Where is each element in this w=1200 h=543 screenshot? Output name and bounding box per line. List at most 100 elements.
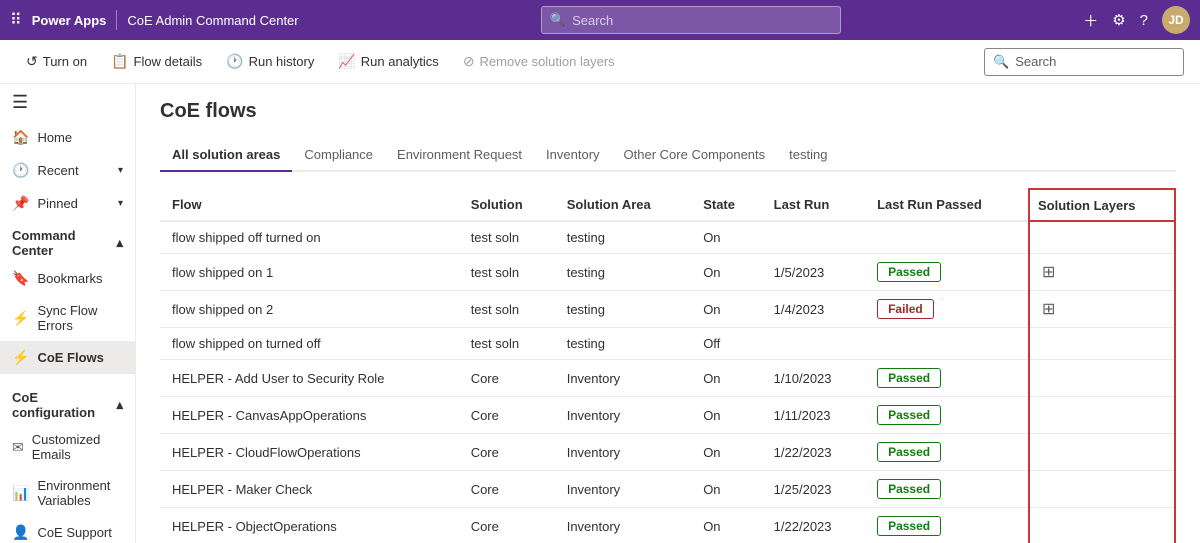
flow-details-button[interactable]: 📋 Flow details — [101, 47, 212, 76]
cell-solution: Core — [459, 397, 555, 434]
status-badge: Passed — [877, 516, 941, 536]
sidebar-item-coe-flows[interactable]: ⚡ CoE Flows — [0, 341, 135, 374]
run-analytics-icon: 📈 — [338, 53, 355, 70]
layout: ☰ 🏠 Home 🕐 Recent ▾ 📌 Pinned ▾ Command C… — [0, 84, 1200, 543]
cell-last-run: 1/25/2023 — [762, 471, 865, 508]
coe-configuration-label: CoE configuration — [12, 390, 116, 420]
add-button[interactable]: ＋ — [1083, 10, 1098, 31]
col-header-state: State — [691, 189, 761, 221]
layers-icon[interactable]: ⊞ — [1042, 264, 1055, 281]
turn-on-icon: ↺ — [26, 53, 38, 70]
command-center-label: Command Center — [12, 228, 116, 258]
run-history-icon: 🕐 — [226, 53, 243, 70]
tabs: All solution areas Compliance Environmen… — [160, 139, 1176, 172]
status-badge: Passed — [877, 405, 941, 425]
cell-solution-layers — [1029, 328, 1175, 360]
hamburger-icon[interactable]: ☰ — [0, 84, 135, 121]
run-history-button[interactable]: 🕐 Run history — [216, 47, 324, 76]
cell-last-run: 1/11/2023 — [762, 397, 865, 434]
sidebar-item-environment-variables[interactable]: 📊 Environment Variables — [0, 470, 135, 516]
help-button[interactable]: ? — [1140, 12, 1148, 29]
recent-icon: 🕐 — [12, 162, 29, 179]
cell-last-run-passed: Passed — [865, 508, 1029, 543]
sidebar-item-bookmarks[interactable]: 🔖 Bookmarks — [0, 262, 135, 295]
cell-solution: Core — [459, 434, 555, 471]
table-row[interactable]: HELPER - Maker Check Core Inventory On 1… — [160, 471, 1175, 508]
sidebar-item-pinned[interactable]: 📌 Pinned ▾ — [0, 187, 135, 220]
cell-state: On — [691, 434, 761, 471]
cell-state: Off — [691, 328, 761, 360]
flows-table: Flow Solution Solution Area State Last R… — [160, 188, 1176, 543]
cell-flow: HELPER - CanvasAppOperations — [160, 397, 459, 434]
status-badge: Passed — [877, 262, 941, 282]
layers-icon[interactable]: ⊞ — [1042, 301, 1055, 318]
cell-state: On — [691, 360, 761, 397]
command-search[interactable]: 🔍 Search — [984, 48, 1184, 76]
table-row[interactable]: HELPER - Add User to Security Role Core … — [160, 360, 1175, 397]
table-row[interactable]: flow shipped on 2 test soln testing On 1… — [160, 291, 1175, 328]
col-header-solution: Solution — [459, 189, 555, 221]
sidebar-item-recent[interactable]: 🕐 Recent ▾ — [0, 154, 135, 187]
table-row[interactable]: flow shipped on turned off test soln tes… — [160, 328, 1175, 360]
command-center-expand-icon: ▴ — [116, 235, 123, 251]
cell-solution-area: Inventory — [555, 434, 691, 471]
table-row[interactable]: flow shipped on 1 test soln testing On 1… — [160, 254, 1175, 291]
global-search[interactable]: 🔍 Search — [541, 6, 841, 34]
top-bar-actions: ＋ ⚙ ? JD — [1083, 6, 1190, 34]
cell-last-run-passed: Passed — [865, 397, 1029, 434]
col-header-last-run-passed: Last Run Passed — [865, 189, 1029, 221]
cell-solution-area: testing — [555, 254, 691, 291]
cell-last-run-passed: Passed — [865, 471, 1029, 508]
bookmarks-label: Bookmarks — [37, 271, 102, 286]
settings-button[interactable]: ⚙ — [1112, 11, 1125, 29]
remove-solution-layers-button[interactable]: ⊘ Remove solution layers — [453, 47, 625, 76]
cell-solution-layers — [1029, 360, 1175, 397]
col-header-last-run: Last Run — [762, 189, 865, 221]
tab-testing[interactable]: testing — [777, 139, 839, 172]
sidebar-recent-label: Recent — [37, 163, 78, 178]
command-search-placeholder: Search — [1015, 54, 1056, 69]
apps-icon[interactable]: ⠿ — [10, 10, 22, 30]
flows-table-wrap: Flow Solution Solution Area State Last R… — [160, 188, 1176, 543]
turn-on-button[interactable]: ↺ Turn on — [16, 47, 97, 76]
cell-solution-area: testing — [555, 328, 691, 360]
coe-configuration-section[interactable]: CoE configuration ▴ — [0, 382, 135, 424]
tab-environment-request[interactable]: Environment Request — [385, 139, 534, 172]
avatar[interactable]: JD — [1162, 6, 1190, 34]
cell-last-run-passed: Passed — [865, 434, 1029, 471]
tab-all-solution-areas[interactable]: All solution areas — [160, 139, 292, 172]
command-center-section[interactable]: Command Center ▴ — [0, 220, 135, 262]
cell-solution: Core — [459, 471, 555, 508]
tab-other-core-components[interactable]: Other Core Components — [612, 139, 778, 172]
table-row[interactable]: HELPER - ObjectOperations Core Inventory… — [160, 508, 1175, 543]
cell-state: On — [691, 471, 761, 508]
coe-support-icon: 👤 — [12, 524, 29, 541]
table-row[interactable]: HELPER - CloudFlowOperations Core Invent… — [160, 434, 1175, 471]
coe-configuration-expand-icon: ▴ — [116, 397, 123, 413]
sidebar-item-sync-flow-errors[interactable]: ⚡ Sync Flow Errors — [0, 295, 135, 341]
cell-last-run: 1/22/2023 — [762, 434, 865, 471]
cell-last-run-passed — [865, 328, 1029, 360]
status-badge: Passed — [877, 368, 941, 388]
run-analytics-button[interactable]: 📈 Run analytics — [328, 47, 448, 76]
table-header-row: Flow Solution Solution Area State Last R… — [160, 189, 1175, 221]
cell-solution-area: Inventory — [555, 508, 691, 543]
cell-solution-layers — [1029, 221, 1175, 254]
cell-flow: flow shipped off turned on — [160, 221, 459, 254]
main-content: CoE flows All solution areas Compliance … — [136, 84, 1200, 543]
table-row[interactable]: flow shipped off turned on test soln tes… — [160, 221, 1175, 254]
coe-flows-icon: ⚡ — [12, 349, 29, 366]
table-row[interactable]: HELPER - CanvasAppOperations Core Invent… — [160, 397, 1175, 434]
top-bar: ⠿ Power Apps CoE Admin Command Center 🔍 … — [0, 0, 1200, 40]
sidebar-item-coe-support[interactable]: 👤 CoE Support — [0, 516, 135, 543]
cell-solution: test soln — [459, 254, 555, 291]
search-icon: 🔍 — [550, 12, 566, 28]
coe-support-label: CoE Support — [37, 525, 111, 540]
tab-inventory[interactable]: Inventory — [534, 139, 611, 172]
tab-compliance[interactable]: Compliance — [292, 139, 385, 172]
status-badge: Passed — [877, 442, 941, 462]
sidebar-item-home[interactable]: 🏠 Home — [0, 121, 135, 154]
col-header-solution-area: Solution Area — [555, 189, 691, 221]
table-body: flow shipped off turned on test soln tes… — [160, 221, 1175, 543]
sidebar-item-customized-emails[interactable]: ✉ Customized Emails — [0, 424, 135, 470]
